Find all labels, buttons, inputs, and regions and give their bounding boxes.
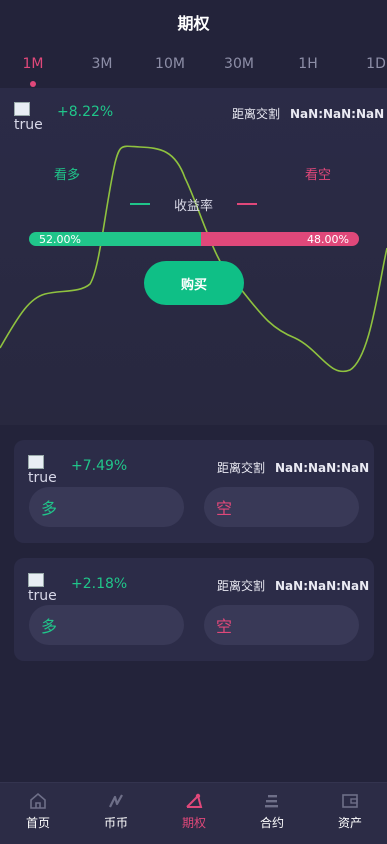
nav-label: 合约 — [259, 816, 284, 830]
broken-image-icon — [14, 102, 30, 116]
short-legend-line — [237, 203, 257, 205]
long-button[interactable]: 多 — [29, 487, 184, 527]
top-header: 期权 — [0, 0, 387, 44]
card-change: +7.49% — [71, 458, 128, 474]
tab-1h[interactable]: 1H — [278, 56, 338, 72]
bottom-nav: 首页 币币 期权 合约 资产 — [0, 782, 387, 844]
bull-label: 看多 — [54, 168, 81, 183]
tab-1m[interactable]: 1M — [3, 56, 63, 72]
coin-image: true — [28, 573, 57, 604]
nav-label: 资产 — [337, 816, 362, 830]
card-countdown: 距离交割 NaN:NaN:NaN — [217, 577, 369, 594]
active-tab-indicator — [30, 81, 36, 87]
tab-3m[interactable]: 3M — [72, 56, 132, 72]
tab-30m[interactable]: 30M — [209, 56, 269, 72]
nav-item-options[interactable]: 期权 — [164, 791, 224, 831]
broken-image-icon — [28, 455, 44, 469]
short-ratio-segment: 48.00% — [200, 232, 359, 246]
coin-image-alt: true — [28, 470, 57, 486]
nav-item-home[interactable]: 首页 — [8, 791, 68, 831]
nav-label: 首页 — [25, 816, 50, 830]
countdown-label: 距离交割 — [217, 461, 266, 475]
short-button[interactable]: 空 — [204, 605, 359, 645]
short-button[interactable]: 空 — [204, 487, 359, 527]
countdown-value: NaN:NaN:NaN — [275, 461, 370, 475]
countdown-value: NaN:NaN:NaN — [290, 107, 385, 121]
countdown-label: 距离交割 — [217, 579, 266, 593]
coin-image-alt: true — [14, 117, 43, 133]
broken-image-icon — [28, 573, 44, 587]
long-legend-line — [129, 203, 150, 205]
contract-icon — [265, 795, 278, 808]
long-button[interactable]: 多 — [29, 605, 184, 645]
price-curve-chart — [0, 145, 387, 373]
card-countdown: 距离交割 NaN:NaN:NaN — [217, 459, 369, 476]
buy-button[interactable]: 购买 — [144, 261, 244, 305]
option-card[interactable]: true +7.49% 距离交割 NaN:NaN:NaN 多 空 — [14, 440, 374, 543]
nav-item-trade[interactable]: 币币 — [86, 791, 146, 831]
card-change: +2.18% — [71, 576, 128, 592]
featured-option-panel: true +8.22% 距离交割 NaN:NaN:NaN 看多 看空 收益率 52… — [0, 88, 387, 425]
options-icon — [186, 793, 203, 808]
nav-label: 币币 — [103, 816, 128, 830]
home-icon — [30, 792, 46, 809]
hero-change: +8.22% — [57, 104, 114, 120]
bear-label: 看空 — [305, 168, 332, 183]
coin-image: true — [28, 455, 57, 486]
nav-item-contract[interactable]: 合约 — [242, 791, 302, 831]
coin-image-alt: true — [28, 588, 57, 604]
period-tabs: 1M 3M 10M 30M 1H 1D — [0, 44, 387, 88]
countdown-value: NaN:NaN:NaN — [275, 579, 370, 593]
yield-legend: 收益率 — [0, 194, 387, 214]
wallet-icon — [342, 794, 358, 808]
countdown-label: 距离交割 — [232, 107, 281, 121]
long-short-ratio-bar: 52.00% 48.00% — [29, 232, 359, 246]
nav-item-assets[interactable]: 资产 — [320, 791, 380, 831]
tab-1d[interactable]: 1D — [346, 56, 387, 72]
tab-10m[interactable]: 10M — [140, 56, 200, 72]
coin-image: true — [14, 102, 43, 133]
long-ratio-segment: 52.00% — [29, 232, 201, 246]
yield-label: 收益率 — [173, 198, 213, 214]
page-title: 期权 — [177, 14, 210, 33]
trade-icon — [109, 794, 123, 808]
nav-label: 期权 — [181, 816, 206, 830]
option-card[interactable]: true +2.18% 距离交割 NaN:NaN:NaN 多 空 — [14, 558, 374, 661]
hero-countdown: 距离交割 NaN:NaN:NaN — [232, 105, 384, 122]
